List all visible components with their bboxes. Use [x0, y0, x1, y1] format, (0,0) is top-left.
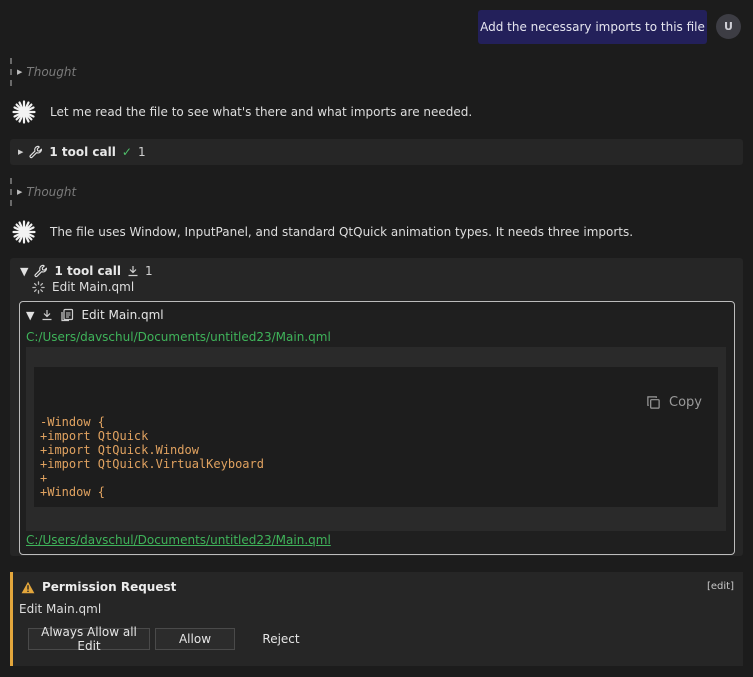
copy-file-icon	[61, 308, 74, 322]
assistant-spark-icon	[12, 220, 36, 244]
file-path-link-footer[interactable]: C:/Users/davschul/Documents/untitled23/M…	[26, 533, 331, 547]
file-path-link[interactable]: C:/Users/davschul/Documents/untitled23/M…	[26, 330, 331, 344]
tool-call-sub-label: Edit Main.qml	[52, 280, 135, 294]
thought-label: Thought	[26, 185, 77, 199]
tool-call-label: 1 tool call	[54, 264, 121, 278]
thought-label: Thought	[26, 65, 77, 79]
diff-line: +import QtQuick.VirtualKeyboard	[40, 457, 264, 471]
copy-label: Copy	[669, 395, 702, 410]
diff-line: +Window {	[40, 485, 106, 499]
download-icon	[128, 266, 138, 277]
download-icon	[42, 310, 52, 321]
assistant-message-text: Let me read the file to see what's there…	[50, 105, 473, 119]
assistant-message-2: The file uses Window, InputPanel, and st…	[12, 220, 633, 244]
tool-call-toggle-1[interactable]: ▶ 1 tool call ✓ 1	[10, 139, 743, 165]
tool-call-label: 1 tool call	[49, 145, 116, 159]
tool-call-toggle-2[interactable]: ▼ 1 tool call 1	[20, 264, 153, 278]
copy-button[interactable]: Copy	[646, 395, 702, 410]
user-message-text: Add the necessary imports to this file	[480, 20, 705, 34]
assistant-message-1: Let me read the file to see what's there…	[12, 100, 472, 124]
avatar-letter: U	[724, 20, 733, 33]
wrench-icon	[29, 145, 43, 159]
tool-call-panel-2: ▼ 1 tool call 1 Edit Main.qml ▼ Edit Mai…	[10, 258, 743, 556]
diff-container: Copy -Window { +import QtQuick +import Q…	[26, 347, 726, 531]
code-block: Copy -Window { +import QtQuick +import Q…	[34, 367, 718, 507]
loading-spinner-icon	[32, 280, 45, 294]
permission-title-row: Permission Request	[21, 580, 176, 594]
edit-card: ▼ Edit Main.qml C:/Users/davschul/Docume…	[19, 301, 735, 555]
always-allow-button[interactable]: Always Allow all Edit	[28, 625, 150, 653]
diff-code: -Window { +import QtQuick +import QtQuic…	[40, 415, 264, 499]
chevron-right-icon: ▶	[17, 188, 23, 196]
chevron-down-icon: ▼	[20, 264, 29, 278]
tool-call-count: 1	[137, 145, 146, 159]
edit-card-header[interactable]: ▼ Edit Main.qml	[26, 308, 164, 322]
chevron-right-icon: ▶	[17, 68, 23, 76]
permission-title: Permission Request	[42, 580, 177, 594]
diff-line: -Window {	[40, 415, 106, 429]
check-icon: ✓	[121, 145, 132, 159]
tool-call-status: Edit Main.qml	[32, 280, 134, 294]
copy-icon	[647, 396, 660, 409]
wrench-icon	[34, 264, 48, 278]
user-avatar: U	[716, 14, 741, 39]
permission-request: Permission Request [edit] Edit Main.qml …	[10, 572, 743, 666]
warning-icon	[21, 581, 35, 593]
diff-line: +import QtQuick	[40, 429, 149, 443]
chevron-down-icon: ▼	[26, 308, 35, 322]
permission-description: Edit Main.qml	[19, 602, 102, 616]
chevron-right-icon: ▶	[18, 148, 24, 156]
allow-button[interactable]: Allow	[155, 628, 235, 650]
assistant-message-text: The file uses Window, InputPanel, and st…	[50, 225, 634, 239]
assistant-spark-icon	[12, 100, 36, 124]
permission-tag: [edit]	[706, 581, 734, 592]
diff-line: +import QtQuick.Window	[40, 443, 199, 457]
thought-toggle-1[interactable]: ▶ Thought	[10, 58, 76, 86]
tool-call-count: 1	[144, 264, 153, 278]
edit-card-title: Edit Main.qml	[81, 308, 164, 322]
reject-button[interactable]: Reject	[253, 628, 309, 650]
user-message-bubble: Add the necessary imports to this file	[478, 10, 707, 44]
diff-line: +	[40, 471, 48, 485]
thought-toggle-2[interactable]: ▶ Thought	[10, 178, 76, 206]
